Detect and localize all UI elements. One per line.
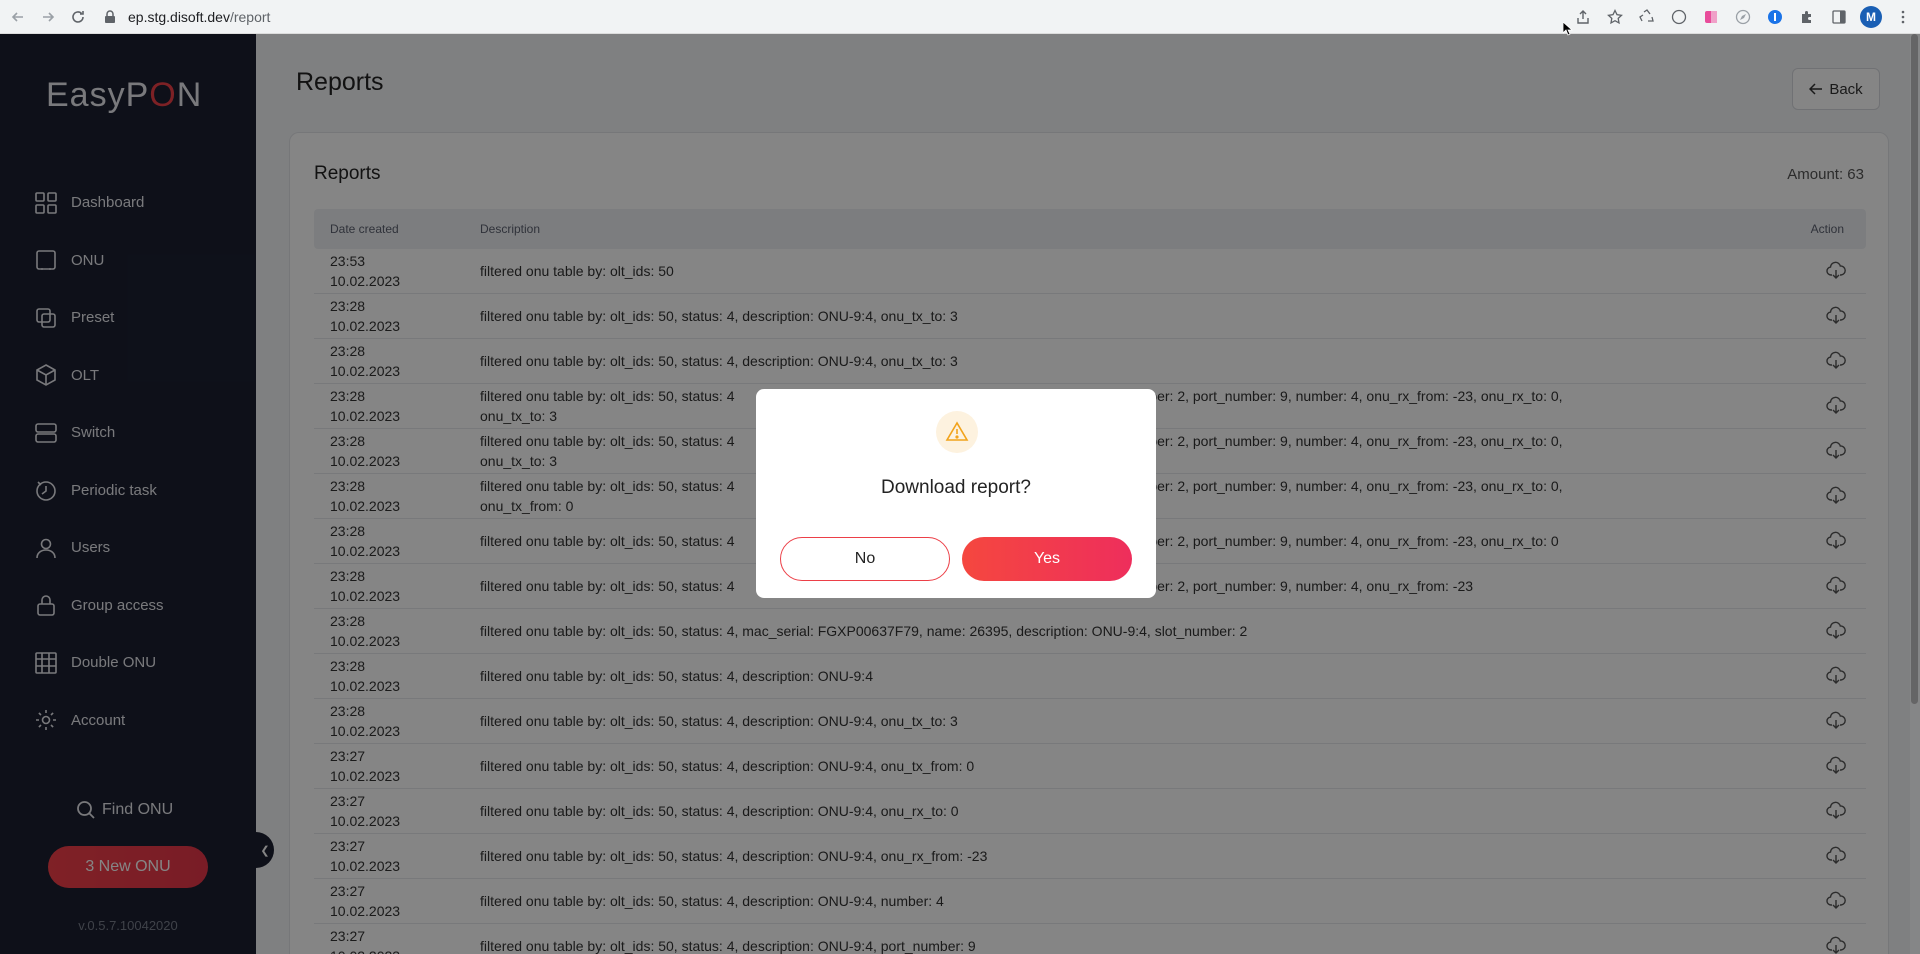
no-button[interactable]: No	[780, 537, 950, 581]
forward-arrow-icon[interactable]	[36, 5, 60, 29]
scrollbar-thumb[interactable]	[1911, 34, 1918, 704]
url-path: /report	[229, 9, 271, 25]
warning-icon	[936, 411, 978, 453]
dialog-title: Download report?	[881, 477, 1031, 498]
url-host: ep.stg.disoft.dev	[128, 9, 230, 25]
browser-toolbar: ep.stg.disoft.dev/report M	[0, 0, 1920, 34]
lock-icon	[105, 10, 115, 23]
side-panel-icon[interactable]	[1828, 6, 1850, 28]
puzzle-extensions-icon[interactable]	[1796, 6, 1818, 28]
browser-menu-icon[interactable]	[1892, 6, 1914, 28]
share-icon[interactable]	[1572, 6, 1594, 28]
password-extension-icon[interactable]	[1764, 6, 1786, 28]
download-report-dialog: Download report? No Yes	[756, 389, 1156, 598]
back-arrow-icon[interactable]	[6, 5, 30, 29]
color-extension-icon[interactable]	[1700, 6, 1722, 28]
circle-extension-icon[interactable]	[1668, 6, 1690, 28]
bookmark-star-icon[interactable]	[1604, 6, 1626, 28]
reload-icon[interactable]	[66, 5, 90, 29]
recycle-extension-icon[interactable]	[1636, 6, 1658, 28]
yes-button[interactable]: Yes	[962, 537, 1132, 581]
address-bar[interactable]: ep.stg.disoft.dev/report	[104, 4, 270, 30]
mouse-cursor-icon	[1563, 22, 1573, 36]
compass-extension-icon[interactable]	[1732, 6, 1754, 28]
profile-avatar[interactable]: M	[1860, 6, 1882, 28]
